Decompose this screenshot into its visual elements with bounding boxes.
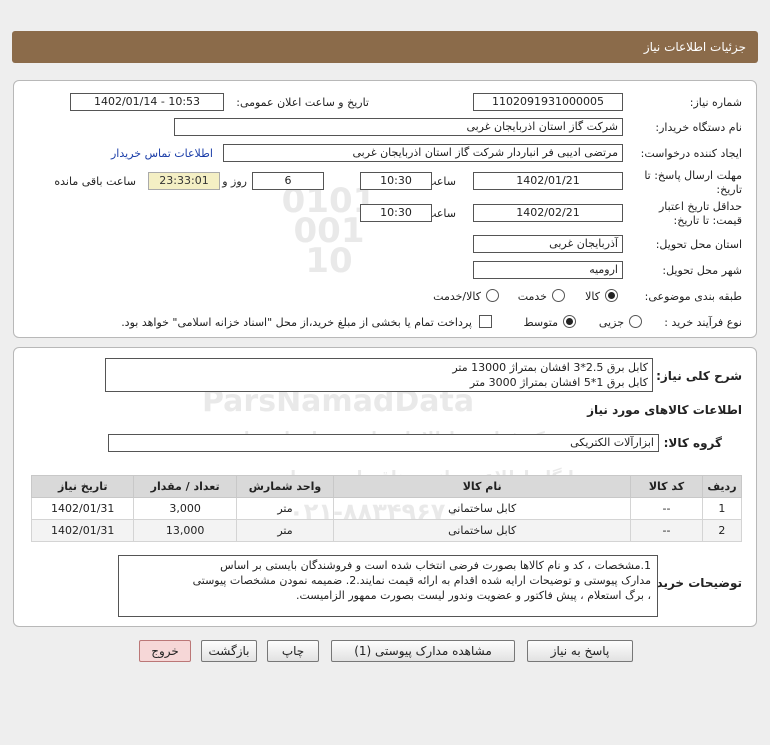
category-radio-service[interactable] [552, 289, 565, 302]
category-option-goods: کالا [585, 290, 600, 303]
row-name: کابل ساختمانی [333, 519, 632, 542]
view-attachments-button[interactable]: مشاهده مدارک پیوستی (1) [331, 640, 515, 662]
requester-field: مرتضی ادیبی فر انباردار شرکت گاز استان ا… [223, 144, 623, 162]
goods-section-title: اطلاعات کالاهای مورد نیاز [587, 403, 742, 417]
deadline-label-date: تاریخ: [716, 183, 742, 196]
deadline-date-field: 1402/01/21 [473, 172, 623, 190]
row-date: 1402/01/31 [30, 519, 135, 542]
category-label: طبقه بندی موضوعی: [644, 290, 742, 303]
notes-line-3: ، برگ استعلام ، پیش فاکتور و عضویت وندور… [295, 589, 651, 602]
col-row: ردیف [701, 475, 743, 498]
goods-group-field: ابزارآلات الکتریکی [108, 434, 659, 452]
validity-label: حداقل تاریخ اعتبار [658, 200, 742, 213]
row-qty: 3,000 [133, 497, 237, 520]
reply-button[interactable]: پاسخ به نیاز [527, 640, 633, 662]
summary-label: شرح کلی نیاز: [656, 369, 742, 383]
deadline-time-field: 10:30 [360, 172, 432, 190]
row-index: 1 [701, 497, 743, 520]
notes-line-2: مدارک پیوستی و توضیحات ارایه شده اقدام ب… [192, 574, 651, 587]
requester-label: ایجاد کننده درخواست: [640, 147, 742, 160]
need-number-label: شماره نیاز: [689, 96, 742, 109]
col-qty: تعداد / مقدار [133, 475, 237, 498]
exit-button[interactable]: خروج [139, 640, 191, 662]
deadline-label: مهلت ارسال پاسخ: تا [644, 169, 742, 182]
row-code: -- [630, 497, 703, 520]
city-label: شهر محل تحویل: [662, 264, 742, 277]
announce-date-field: 1402/01/14 - 10:53 [70, 93, 224, 111]
buyer-org-field: شرکت گاز استان اذربایجان غربی [174, 118, 623, 136]
remaining-time-label: ساعت باقی مانده [54, 175, 136, 188]
goods-table-header: ردیف کد کالا نام کالا واحد شمارش تعداد /… [30, 475, 743, 498]
category-radio-goods[interactable] [605, 289, 618, 302]
category-radio-both[interactable] [486, 289, 499, 302]
process-option-minor: جزیی [598, 316, 624, 329]
days-label: روز و [222, 175, 247, 188]
buyer-contact-link[interactable]: اطلاعات تماس خریدار [111, 147, 213, 160]
back-button[interactable]: بازگشت [201, 640, 257, 662]
goods-panel: ParsNamadData مرکز فراوری اطلاعات پارس ن… [13, 347, 757, 627]
summary-box: کابل برق 2.5*3 افشان بمتراژ 13000 متر کا… [105, 358, 653, 392]
table-row: 1 -- کابل ساختمانی متر 3,000 1402/01/31 [30, 497, 743, 520]
goods-table: ردیف کد کالا نام کالا واحد شمارش تعداد /… [30, 475, 743, 542]
row-code: -- [630, 519, 703, 542]
row-date: 1402/01/31 [30, 497, 135, 520]
process-type-label: نوع فرآیند خرید : [664, 316, 742, 329]
treasury-payment-note: پرداخت تمام یا بخشی از مبلغ خرید،از محل … [121, 316, 472, 329]
buyer-notes-box: 1.مشخصات ، کد و نام کالاها بصورت فرضی ان… [118, 555, 658, 617]
validity-date-field: 1402/02/21 [473, 204, 623, 222]
days-remaining-field: 6 [252, 172, 324, 190]
row-qty: 13,000 [133, 519, 237, 542]
validity-label-date: قیمت: تا تاریخ: [673, 214, 742, 227]
treasury-payment-checkbox[interactable] [479, 315, 492, 328]
need-info-panel: 0101 001 10 شماره نیاز: 1102091931000005… [13, 80, 757, 338]
buyer-org-label: نام دستگاه خریدار: [655, 121, 742, 134]
process-radio-medium[interactable] [563, 315, 576, 328]
col-unit: واحد شمارش [235, 475, 335, 498]
city-field: ارومیه [473, 261, 623, 279]
province-field: آذربایجان غربی [473, 235, 623, 253]
process-option-medium: متوسط [523, 316, 558, 329]
col-date: تاریخ نیاز [30, 475, 135, 498]
need-number-field: 1102091931000005 [473, 93, 623, 111]
validity-time-field: 10:30 [360, 204, 432, 222]
goods-group-label: گروه کالا: [663, 436, 722, 450]
row-unit: متر [235, 497, 335, 520]
row-unit: متر [235, 519, 335, 542]
summary-line-2: کابل برق 1*5 افشان بمتراژ 3000 متر [469, 376, 648, 389]
category-option-service: خدمت [517, 290, 547, 303]
province-label: استان محل تحویل: [655, 238, 742, 251]
col-code: کد کالا [630, 475, 703, 498]
col-name: نام کالا [333, 475, 632, 498]
row-name: کابل ساختمانی [333, 497, 632, 520]
process-radio-minor[interactable] [629, 315, 642, 328]
summary-line-1: کابل برق 2.5*3 افشان بمتراژ 13000 متر [452, 361, 648, 374]
row-index: 2 [701, 519, 743, 542]
notes-line-1: 1.مشخصات ، کد و نام کالاها بصورت فرضی ان… [220, 559, 651, 572]
announce-date-label: تاریخ و ساعت اعلان عمومی: [236, 96, 369, 109]
watermark-number: 0101 001 10 [281, 181, 377, 281]
remaining-time-field: 23:33:01 [148, 172, 220, 190]
page-title: جزئیات اطلاعات نیاز [12, 31, 758, 63]
table-row: 2 -- کابل ساختمانی متر 13,000 1402/01/31 [30, 519, 743, 542]
print-button[interactable]: چاپ [267, 640, 319, 662]
category-option-both: کالا/خدمت [433, 290, 481, 303]
